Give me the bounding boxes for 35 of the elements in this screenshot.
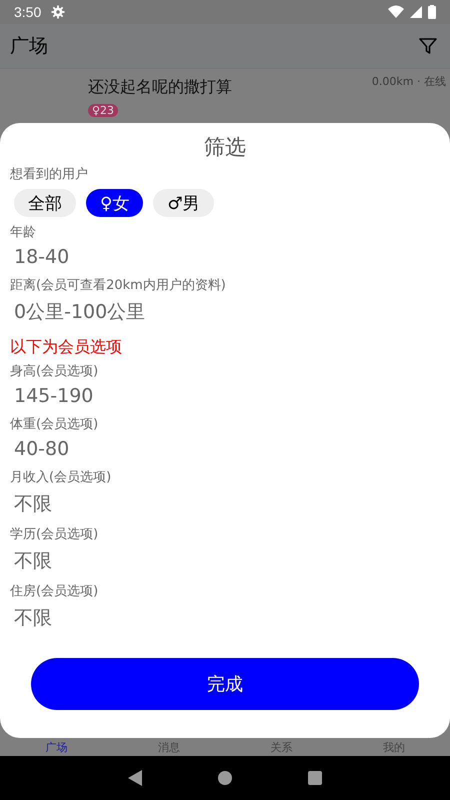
wifi-icon [388, 5, 404, 19]
field-value[interactable]: 0公里-100公里 [10, 294, 150, 329]
status-time: 3:50 [14, 4, 42, 20]
field-value[interactable]: 不限 [10, 600, 56, 635]
field-label: 距离(会员可查看20km内用户的资料) [10, 277, 226, 294]
distance-status: 0.00km · 在线 [372, 74, 446, 90]
member-note: 以下为会员选项 [10, 337, 122, 358]
home-icon[interactable] [218, 771, 232, 785]
field-value[interactable]: 40-80 [10, 433, 74, 464]
gear-icon [51, 5, 66, 19]
gender-chip[interactable]: ♀女 [86, 189, 144, 217]
field-value[interactable]: 145-190 [10, 380, 98, 411]
battery-icon [428, 5, 436, 19]
field-value[interactable]: 不限 [10, 486, 56, 521]
field-value[interactable]: 不限 [10, 543, 56, 578]
filter-icon[interactable] [418, 36, 438, 56]
field-label: 想看到的用户 [10, 166, 88, 183]
sheet-title: 筛选 [204, 134, 246, 161]
user-list-item[interactable]: 还没起名呢的撒打算 ♀23 0.00km · 在线 [0, 69, 450, 123]
gender-chip[interactable]: 全部 [14, 189, 76, 217]
gender-age-badge: ♀23 [88, 104, 118, 117]
field-label: 学历(会员选项) [10, 526, 98, 543]
gender-chip[interactable]: ♂男 [153, 189, 214, 217]
field-label: 身高(会员选项) [10, 363, 98, 380]
app-title: 广场 [10, 34, 48, 59]
field-label: 体重(会员选项) [10, 416, 98, 433]
field-label: 住房(会员选项) [10, 583, 98, 600]
user-name: 还没起名呢的撒打算 [88, 77, 232, 98]
back-icon[interactable] [128, 770, 142, 786]
field-label: 月收入(会员选项) [10, 469, 112, 486]
field-value[interactable]: 18-40 [10, 241, 74, 272]
done-button[interactable]: 完成 [31, 658, 419, 710]
nav-tab[interactable]: 广场 [0, 738, 112, 756]
signal-icon [410, 6, 422, 18]
field-label: 年龄 [10, 224, 36, 241]
